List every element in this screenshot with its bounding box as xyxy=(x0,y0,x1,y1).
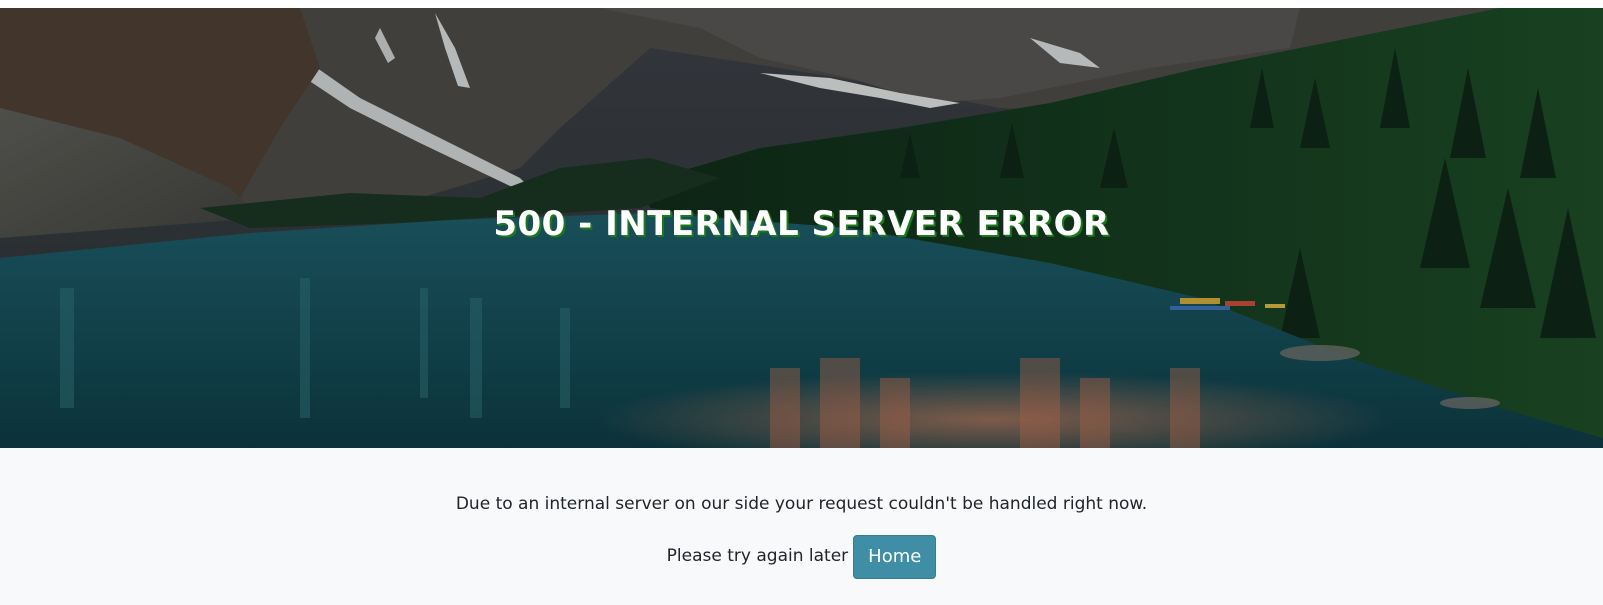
home-button[interactable]: Home xyxy=(853,535,937,579)
error-message: Due to an internal server on our side yo… xyxy=(455,494,1148,514)
page-title: 500 - INTERNAL SERVER ERROR xyxy=(493,204,1110,244)
hero-banner: 500 - INTERNAL SERVER ERROR xyxy=(0,8,1603,448)
top-strip xyxy=(0,0,1603,8)
error-content: Due to an internal server on our side yo… xyxy=(0,448,1603,605)
retry-text: Please try again later xyxy=(666,546,849,566)
retry-row: Please try again later Home xyxy=(0,533,1603,579)
